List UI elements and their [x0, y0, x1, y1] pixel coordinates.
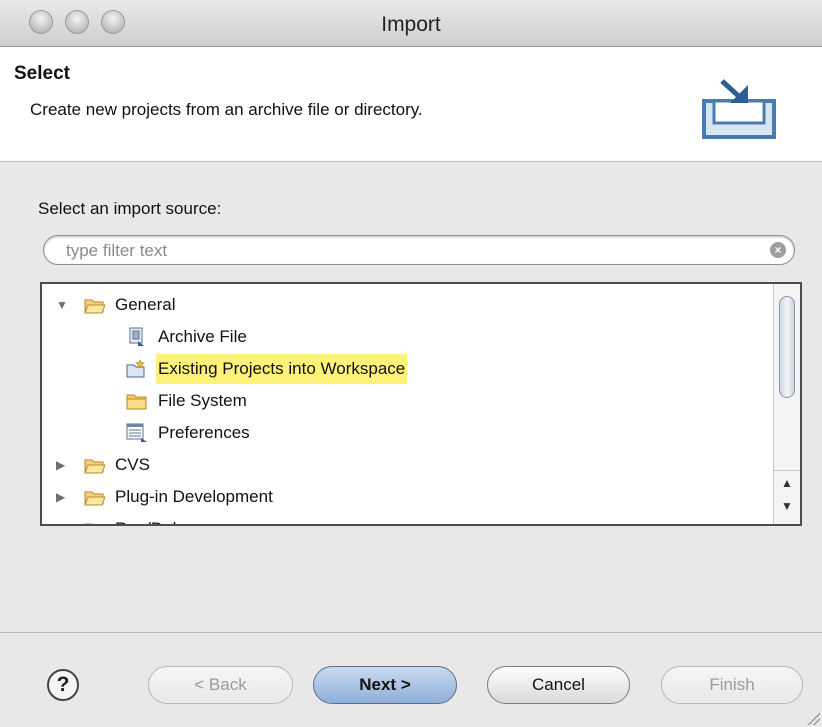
- folder-icon: [84, 523, 93, 524]
- tree-item-label: Existing Projects into Workspace: [156, 354, 408, 384]
- import-source-tree[interactable]: ▼ General Archive File Existing Projects…: [40, 282, 802, 526]
- collapsed-triangle-icon[interactable]: ▶: [56, 514, 70, 524]
- preferences-icon: [126, 423, 147, 442]
- clear-filter-icon[interactable]: ×: [770, 242, 786, 258]
- filter-field[interactable]: ×: [43, 235, 795, 265]
- folder-icon: [84, 491, 106, 506]
- tree-item-label: Plug-in Development: [115, 487, 273, 506]
- scroll-down-arrow-icon[interactable]: ▼: [774, 494, 800, 518]
- tree-item-label: Archive File: [158, 327, 247, 346]
- finish-button[interactable]: Finish: [661, 666, 803, 704]
- tree-scrollbar[interactable]: ▲ ▼: [773, 284, 800, 524]
- archive-file-icon: [129, 327, 144, 346]
- scroll-up-arrow-icon[interactable]: ▲: [774, 470, 800, 495]
- project-folder-icon: [126, 359, 145, 378]
- page-title: Select: [14, 63, 70, 84]
- tree-item-label: Preferences: [158, 423, 250, 442]
- tree-item-label: File System: [158, 391, 247, 410]
- import-dialog: Import Select Create new projects from a…: [0, 0, 822, 727]
- title-bar[interactable]: Import: [0, 0, 822, 47]
- help-button[interactable]: ?: [47, 669, 79, 701]
- button-bar-divider: [0, 632, 822, 633]
- tree-item-label: General: [115, 295, 176, 314]
- cancel-button[interactable]: Cancel: [487, 666, 630, 704]
- scrollbar-thumb[interactable]: [779, 296, 795, 398]
- wizard-banner: Select Create new projects from an archi…: [0, 47, 822, 162]
- tree-item-label: CVS: [115, 455, 150, 474]
- next-button[interactable]: Next >: [313, 666, 457, 704]
- window-title: Import: [381, 13, 441, 36]
- folder-open-icon: [84, 299, 106, 314]
- back-button[interactable]: < Back: [148, 666, 293, 704]
- expanded-triangle-icon[interactable]: ▼: [56, 290, 70, 320]
- page-description: Create new projects from an archive file…: [30, 100, 423, 119]
- folder-icon: [126, 394, 147, 410]
- collapsed-triangle-icon[interactable]: ▶: [56, 450, 70, 480]
- folder-icon: [84, 459, 106, 474]
- filter-input[interactable]: [64, 239, 758, 263]
- tree-item-label: Run/Debug: [115, 514, 201, 524]
- resize-grip-icon[interactable]: [804, 709, 820, 725]
- import-wizard-icon: [702, 79, 776, 139]
- collapsed-triangle-icon[interactable]: ▶: [56, 482, 70, 512]
- import-source-label: Select an import source:: [38, 199, 222, 218]
